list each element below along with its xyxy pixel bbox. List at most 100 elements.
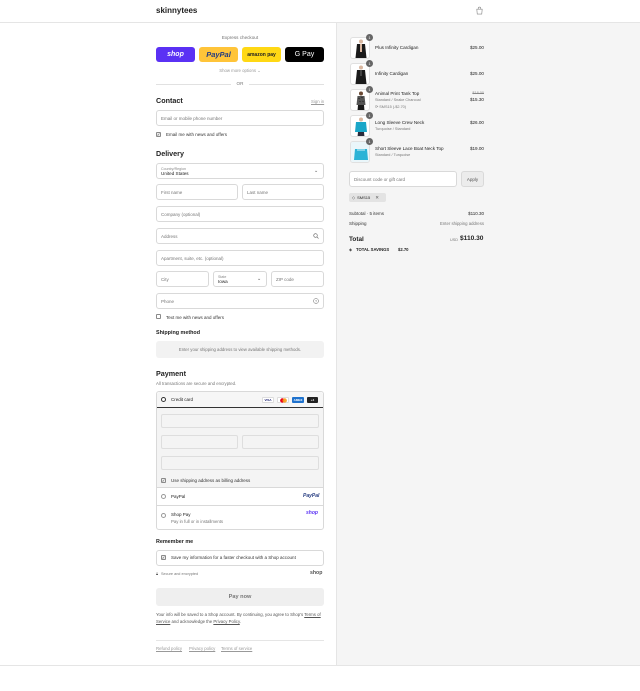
discount-code-field[interactable]: Discount code or gift card <box>349 171 457 187</box>
black-cardigan-icon <box>355 65 367 84</box>
product-discount-text: SMS15 (-$2.70) <box>379 105 407 109</box>
zip-field[interactable]: ZIP code <box>271 271 324 287</box>
sign-in-link[interactable]: Sign in <box>311 99 324 104</box>
legal-intro: Your info will be saved to a Shop accoun… <box>156 612 304 617</box>
save-info-label: Save my information for a faster checkou… <box>171 555 296 560</box>
product-name: Infinity Cardigan <box>375 71 409 76</box>
divider <box>157 487 323 488</box>
shopping-bag-icon[interactable] <box>475 6 484 15</box>
shop-pay-button[interactable]: shop <box>156 47 195 62</box>
amazon-pay-button[interactable]: amazon pay <box>242 47 281 62</box>
security-code-field[interactable] <box>242 435 319 449</box>
sms-news-checkbox[interactable] <box>156 314 161 319</box>
product-name: Long Sleeve Crew Neck <box>375 120 425 125</box>
shop-pay-option-label[interactable]: Shop Pay <box>171 512 191 517</box>
pay-now-button[interactable]: Pay now <box>156 588 324 606</box>
remember-me-heading: Remember me <box>156 539 194 545</box>
shop-pay-radio[interactable] <box>161 513 166 518</box>
applied-discount-tag: ◇ SMS15 ✕ <box>349 193 386 202</box>
privacy-policy-link[interactable]: Privacy Policy <box>213 619 239 624</box>
legal-and: and acknowledge the <box>171 619 213 624</box>
product-price: $15.30 <box>469 97 484 102</box>
shop-pay-subtitle: Pay in full or in installments <box>171 519 224 524</box>
total-label: Total <box>349 236 364 243</box>
paypal-button[interactable]: PayPal <box>199 47 238 62</box>
visa-icon: VISA <box>262 397 274 403</box>
quantity-badge: 1 <box>366 112 373 119</box>
divider <box>156 640 324 641</box>
first-name-field[interactable]: First name <box>156 184 238 200</box>
refund-policy-link[interactable]: Refund policy <box>156 646 182 651</box>
google-pay-button[interactable]: G Pay <box>285 47 324 62</box>
tag-icon: ◇ <box>352 195 356 200</box>
shipping-method-text: Enter your shipping address to view avai… <box>178 347 302 352</box>
card-number-field[interactable] <box>161 414 319 428</box>
privacy-policy-footer-link[interactable]: Privacy policy <box>189 646 215 651</box>
address-field[interactable]: Address <box>156 228 324 244</box>
chevron-down-icon: ⌄ <box>257 276 262 282</box>
mastercard-icon <box>277 397 289 403</box>
svg-text:?: ? <box>315 299 317 303</box>
shipping-value: Enter shipping address <box>440 221 484 226</box>
product-price: $19.00 <box>469 146 484 151</box>
quantity-badge: 1 <box>366 34 373 41</box>
shop-logo: shop <box>310 570 323 576</box>
total-savings-label: TOTAL SAVINGS <box>356 247 390 252</box>
product-variant: Turquoise / Standard <box>375 127 411 131</box>
legal-text: Your info will be saved to a Shop accoun… <box>156 611 324 625</box>
animal-print-top-icon <box>356 91 366 110</box>
divider <box>0 665 640 666</box>
last-name-field[interactable]: Last name <box>242 184 324 200</box>
email-field[interactable]: Email or mobile phone number <box>156 110 324 126</box>
chevron-down-icon: ⌄ <box>314 168 319 174</box>
currency-code: USD <box>450 238 459 242</box>
delivery-heading: Delivery <box>156 149 184 158</box>
billing-address-checkbox[interactable]: ✓ <box>161 478 166 483</box>
shipping-label: Shipping <box>349 221 367 226</box>
divider <box>157 505 323 506</box>
credit-card-radio[interactable] <box>161 397 166 402</box>
turquoise-top-icon <box>355 117 367 136</box>
more-cards-badge: +4 <box>307 397 318 403</box>
store-logo[interactable]: skinnytees <box>156 6 197 15</box>
paypal-radio[interactable] <box>161 494 166 499</box>
shop-pay-logo: shop <box>306 510 318 516</box>
show-more-options-link[interactable]: Show more options ⌄ <box>156 68 324 74</box>
credit-card-label: Credit card <box>171 397 194 402</box>
save-info-checkbox[interactable]: ✓ <box>161 555 166 560</box>
quantity-badge: 1 <box>366 138 373 145</box>
help-icon[interactable]: ? <box>313 298 319 304</box>
billing-address-label: Use shipping address as billing address <box>171 478 251 483</box>
paypal-option-label[interactable]: PayPal <box>171 494 185 499</box>
shipping-method-heading: Shipping method <box>156 330 201 336</box>
phone-field[interactable]: Phone <box>156 293 324 309</box>
apply-button[interactable]: Apply <box>461 171 484 187</box>
paypal-logo: PayPal <box>303 493 320 499</box>
subtotal-label: Subtotal · 5 items <box>349 211 385 216</box>
remove-discount-icon[interactable]: ✕ <box>375 195 379 201</box>
product-price: $25.00 <box>469 71 484 76</box>
product-variant: Standard / Snake Charcoal <box>375 98 421 102</box>
expiration-field[interactable] <box>161 435 238 449</box>
terms-of-service-footer-link[interactable]: Terms of service <box>221 646 252 651</box>
email-news-checkbox[interactable]: ✓ <box>156 132 161 137</box>
apartment-field[interactable]: Apartment, suite, etc. (optional) <box>156 250 324 266</box>
amex-icon: AMEX <box>292 397 304 403</box>
header <box>0 0 640 23</box>
name-on-card-field[interactable] <box>161 456 319 470</box>
subtotal-value: $110.30 <box>468 211 484 216</box>
payment-heading: Payment <box>156 369 186 378</box>
applied-discount-code: SMS15 <box>357 195 371 200</box>
quantity-badge: 1 <box>366 60 373 67</box>
state-value: Iowa <box>218 278 228 284</box>
savings-tag-icon: ◈ <box>349 247 353 252</box>
product-name: Animal Print Tank Top <box>375 91 420 96</box>
country-select[interactable]: Country/Region United States <box>156 163 324 179</box>
total-savings-value: $2.70 <box>398 247 409 252</box>
search-icon <box>313 233 319 239</box>
country-value: United States <box>161 170 189 176</box>
company-field[interactable]: Company (optional) <box>156 206 324 222</box>
city-field[interactable]: City <box>156 271 209 287</box>
payment-subtitle: All transactions are secure and encrypte… <box>156 381 237 386</box>
black-cardigan-icon <box>355 39 367 58</box>
